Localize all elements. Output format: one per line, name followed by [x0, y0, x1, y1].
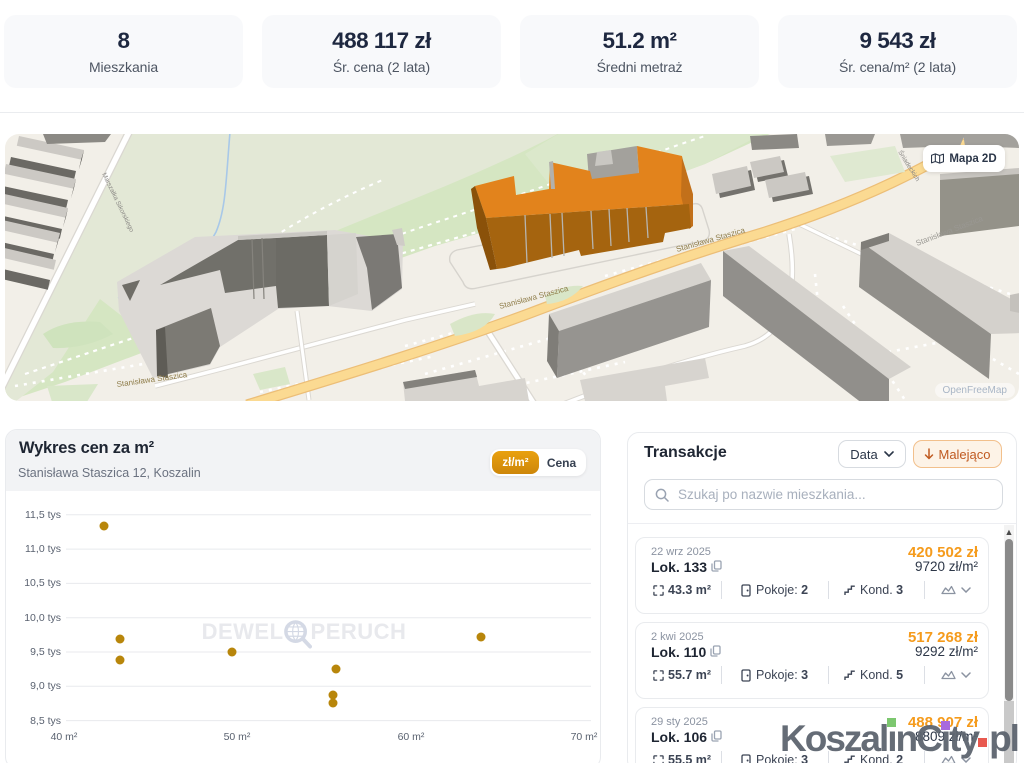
- svg-text:60 m²: 60 m²: [398, 731, 425, 743]
- svg-text:40 m²: 40 m²: [51, 731, 78, 743]
- svg-text:11,0 tys: 11,0 tys: [25, 543, 61, 555]
- svg-text:11,5 tys: 11,5 tys: [25, 509, 61, 521]
- svg-text:9,0 tys: 9,0 tys: [30, 680, 61, 692]
- svg-text:9,5 tys: 9,5 tys: [30, 646, 61, 658]
- svg-text:50 m²: 50 m²: [224, 731, 251, 743]
- svg-text:8,5 tys: 8,5 tys: [30, 715, 61, 727]
- svg-text:10,5 tys: 10,5 tys: [24, 577, 61, 589]
- svg-text:70 m²: 70 m²: [571, 731, 598, 743]
- svg-text:10,0 tys: 10,0 tys: [24, 612, 61, 624]
